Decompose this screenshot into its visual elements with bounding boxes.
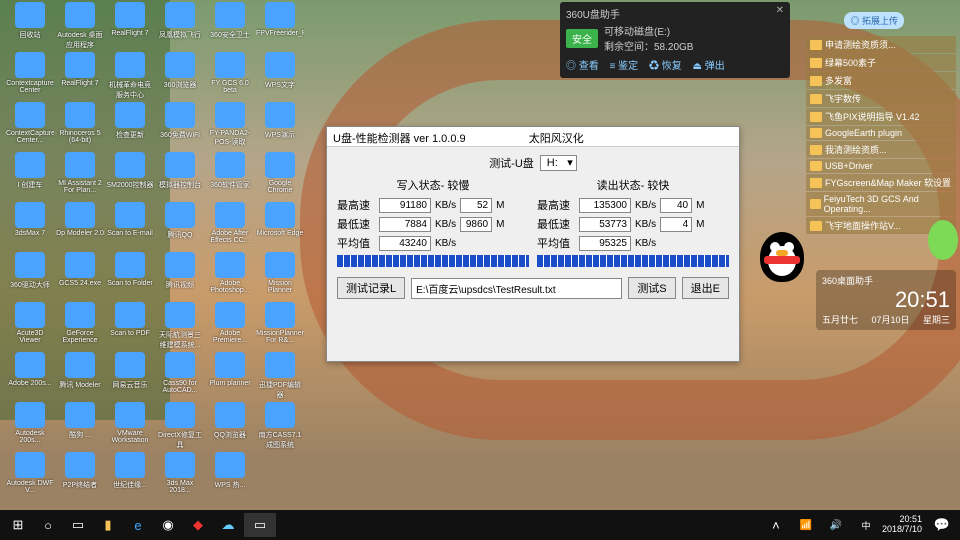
tray-ime-icon[interactable]: 中 <box>852 513 880 537</box>
drive-select[interactable]: H: <box>540 155 577 171</box>
usb-benchmark-dialog: U盘-性能检测器 ver 1.0.0.9 太阳风汉化 测试-U盘 H: 写入状态… <box>326 126 740 362</box>
dialog-title: U盘-性能检测器 ver 1.0.0.9 <box>333 133 466 145</box>
write-max: 91180 <box>379 198 431 213</box>
file-item[interactable]: FYGscreen&Map Maker 软设置 <box>806 174 956 191</box>
desktop-clock-widget: 360桌面助手 20:51 五月廿七 07月10日 星期三 <box>816 270 956 330</box>
write-progress-bar <box>337 255 529 267</box>
read-header: 读出状态- 较快 <box>537 177 729 193</box>
file-item[interactable]: 飞鱼PIX说明指导 V1.42 <box>806 108 956 125</box>
tray-volume-icon[interactable]: 🔊 <box>822 513 850 537</box>
usb-link-verify[interactable]: ≡ 鉴定 <box>610 61 639 72</box>
file-item[interactable]: 我清测绘资质... <box>806 141 956 158</box>
usb-free-space: 剩余空间：58.20GB <box>604 38 784 53</box>
read-min-m: 4 <box>660 217 692 232</box>
dialog-subtitle: 太阳风汉化 <box>529 133 584 145</box>
write-header: 写入状态- 较慢 <box>337 177 529 193</box>
clock-date: 07月10日 <box>871 313 909 326</box>
taskbar-folder-icon[interactable]: ▮ <box>94 513 122 537</box>
file-item[interactable]: 申请测绘资质须... <box>806 36 956 53</box>
usb-disk-name: 可移动磁盘(E:) <box>604 23 784 38</box>
record-button[interactable]: 测试记录L <box>337 277 405 299</box>
usb-link-eject[interactable]: ⏏ 弹出 <box>693 61 725 72</box>
read-min: 53773 <box>579 217 631 232</box>
usb-widget-title: 360U盘助手 <box>566 6 620 21</box>
read-progress-bar <box>537 255 729 267</box>
cloud-upload-pill[interactable]: ◎ 拓展上传 <box>844 12 904 29</box>
clock-time: 20:51 <box>822 287 950 313</box>
tray-up-icon[interactable]: ˄ <box>762 513 790 537</box>
file-item[interactable]: USB+Driver <box>806 159 956 173</box>
usb-link-recover[interactable]: ♻ 恢复 <box>649 61 682 72</box>
test-button[interactable]: 测试S <box>628 277 675 299</box>
usb-helper-widget: ✕ 360U盘助手 安全 可移动磁盘(E:) 剩余空间：58.20GB ◎ 查看… <box>560 2 790 78</box>
qq-penguin-icon[interactable] <box>760 232 804 282</box>
write-min: 7884 <box>379 217 431 232</box>
clock-weekday: 星期三 <box>923 313 950 326</box>
file-item[interactable]: 飞宇数传 <box>806 90 956 107</box>
usb-link-view[interactable]: ◎ 查看 <box>566 61 599 72</box>
read-max-m: 40 <box>660 198 692 213</box>
taskbar-app-icon[interactable]: ◆ <box>184 513 212 537</box>
file-item[interactable]: 多发富 <box>806 72 956 89</box>
write-min-m: 9860 <box>460 217 492 232</box>
record-path-field[interactable]: E:\百度云\upsdcs\TestResult.txt <box>411 278 622 299</box>
read-avg: 95325 <box>579 236 631 251</box>
file-item[interactable]: GoogleEarth plugin <box>806 126 956 140</box>
write-avg: 43240 <box>379 236 431 251</box>
start-button[interactable]: ⊞ <box>4 513 32 537</box>
write-max-m: 52 <box>460 198 492 213</box>
taskbar-edge-icon[interactable]: e <box>124 513 152 537</box>
desktop-file-stack: 申请测绘资质须...绿幕500素子多发富飞宇数传飞鱼PIX说明指导 V1.42G… <box>806 36 956 234</box>
test-drive-label: 测试-U盘 <box>489 155 534 171</box>
clock-lunar: 五月廿七 <box>822 313 858 326</box>
close-icon[interactable]: ✕ <box>776 5 784 16</box>
safe-badge: 安全 <box>566 29 598 48</box>
file-item[interactable]: FeiyuTech 3D GCS And Operating... <box>806 192 956 216</box>
taskview-icon[interactable]: ▭ <box>64 513 92 537</box>
taskbar-app2-icon[interactable]: ☁ <box>214 513 242 537</box>
clock-city: 360桌面助手 <box>822 274 950 287</box>
green-notification-bubble[interactable] <box>928 220 958 260</box>
taskbar: ⊞ ○ ▭ ▮ e ◉ ◆ ☁ ▭ ˄ 📶 🔊 中 20:51 2018/7/1… <box>0 510 960 540</box>
taskbar-chrome-icon[interactable]: ◉ <box>154 513 182 537</box>
read-max: 135300 <box>579 198 631 213</box>
file-item[interactable]: 绿幕500素子 <box>806 54 956 71</box>
exit-button[interactable]: 退出E <box>682 277 729 299</box>
cortana-icon[interactable]: ○ <box>34 513 62 537</box>
tray-notifications-icon[interactable]: 💬 <box>928 513 956 537</box>
tray-clock[interactable]: 20:51 2018/7/10 <box>882 515 926 535</box>
taskbar-benchmark-window[interactable]: ▭ <box>244 513 276 537</box>
tray-network-icon[interactable]: 📶 <box>792 513 820 537</box>
